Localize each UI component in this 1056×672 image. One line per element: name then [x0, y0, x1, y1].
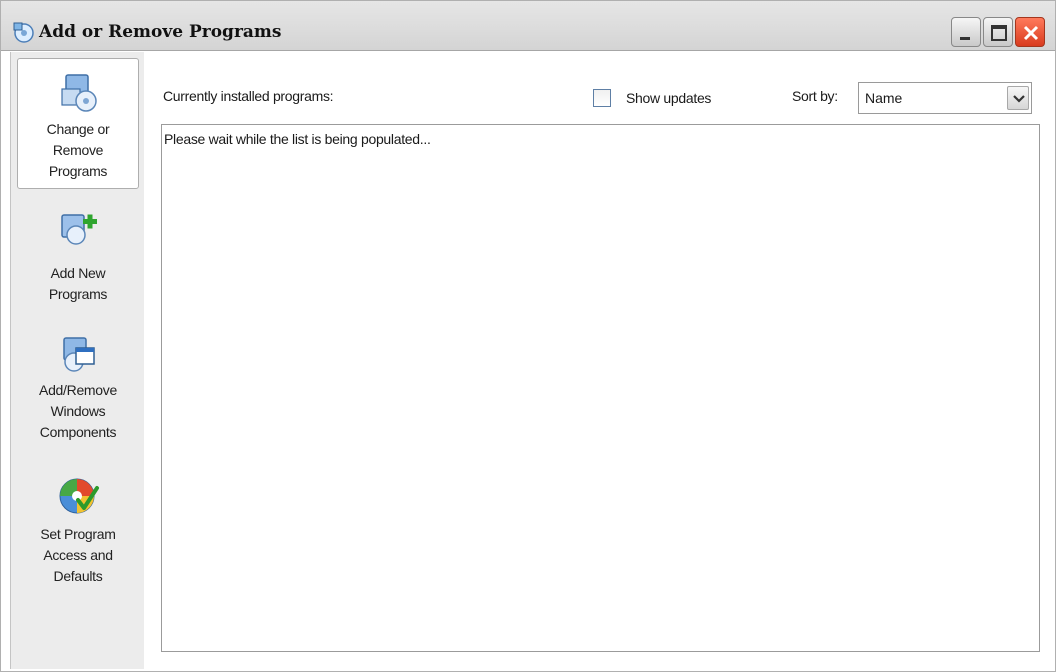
- sidebar-item-windows-components[interactable]: Add/Remove Windows Components: [17, 332, 139, 467]
- chevron-down-icon: [1013, 95, 1025, 103]
- sidebar-item-label: Programs: [48, 286, 108, 302]
- maximize-button[interactable]: [983, 17, 1013, 47]
- sort-by-label: Sort by:: [792, 88, 838, 104]
- sidebar-item-label: Remove: [52, 142, 104, 158]
- add-remove-programs-icon: [12, 20, 36, 44]
- maximize-icon: [991, 25, 1007, 41]
- sidebar-item-label: Programs: [48, 163, 108, 179]
- sort-by-value: Name: [865, 90, 903, 106]
- sidebar-item-label: Add New: [50, 265, 106, 281]
- add-remove-programs-window: Add or Remove Programs Change or Remove …: [0, 0, 1056, 672]
- close-button[interactable]: [1015, 17, 1045, 47]
- add-new-programs-icon: [61, 214, 97, 245]
- show-updates-label[interactable]: Show updates: [626, 90, 711, 106]
- change-remove-programs-icon: [61, 74, 97, 112]
- task-sidebar: Change or Remove Programs Add New Progra…: [10, 52, 144, 669]
- sidebar-item-label: Set Program: [40, 526, 116, 542]
- sidebar-item-label: Add/Remove: [39, 382, 117, 398]
- dropdown-arrow-button[interactable]: [1007, 86, 1029, 110]
- close-icon: [1023, 25, 1039, 41]
- sidebar-item-label: Change or: [46, 121, 110, 137]
- sidebar-item-change-remove-programs[interactable]: Change or Remove Programs: [17, 58, 139, 189]
- show-updates-checkbox[interactable]: [593, 89, 611, 107]
- sidebar-item-label: Defaults: [53, 568, 103, 584]
- minimize-icon: [960, 37, 970, 40]
- sidebar-item-add-new-programs[interactable]: Add New Programs: [17, 207, 139, 317]
- minimize-button[interactable]: [951, 17, 981, 47]
- installed-programs-label: Currently installed programs:: [163, 88, 334, 104]
- window-title: Add or Remove Programs: [39, 22, 282, 42]
- windows-components-icon: [63, 337, 95, 372]
- sort-by-dropdown[interactable]: Name: [858, 82, 1032, 114]
- title-bar[interactable]: Add or Remove Programs: [1, 1, 1055, 51]
- sidebar-item-label: Access and: [43, 547, 113, 563]
- program-access-defaults-icon: [59, 478, 99, 514]
- sidebar-item-program-access-defaults[interactable]: Set Program Access and Defaults: [17, 474, 139, 609]
- list-loading-message: Please wait while the list is being popu…: [164, 131, 431, 147]
- sidebar-item-label: Components: [39, 424, 117, 440]
- sidebar-item-label: Windows: [50, 403, 106, 419]
- installed-programs-list[interactable]: Please wait while the list is being popu…: [161, 124, 1040, 652]
